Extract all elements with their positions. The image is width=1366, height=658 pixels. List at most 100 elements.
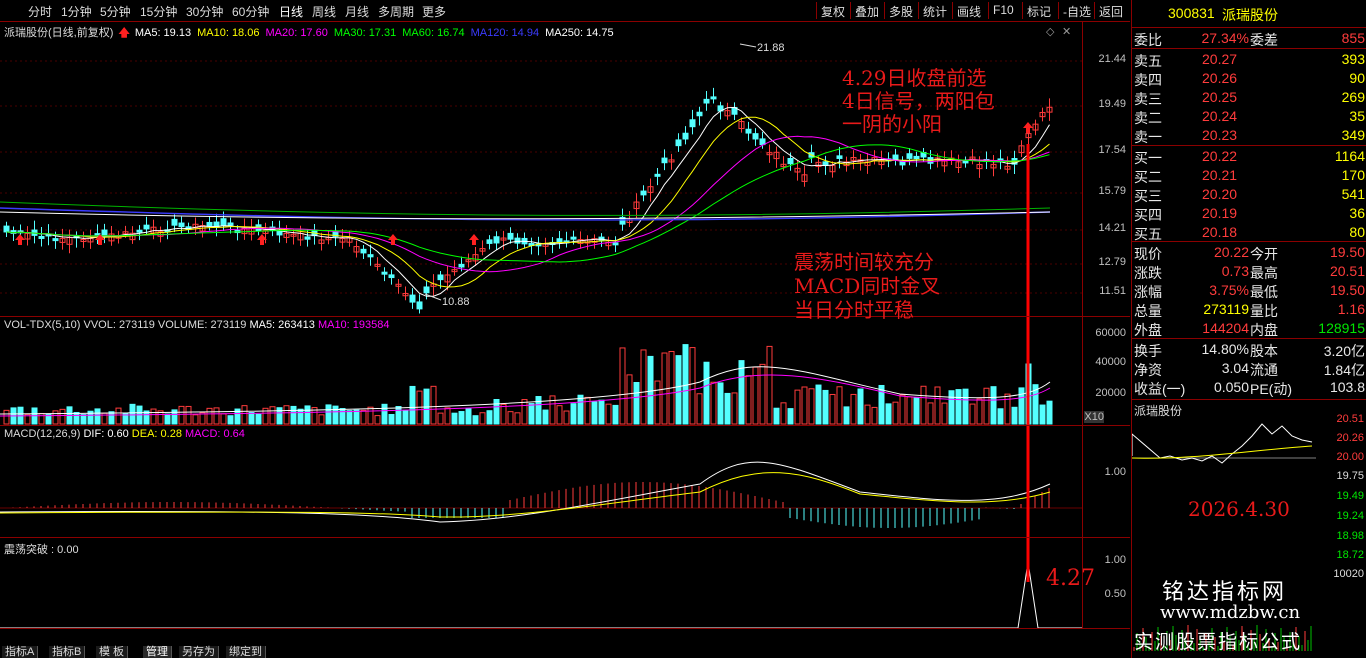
volume-bar <box>696 393 703 425</box>
signal-date-label: 4.27 <box>1046 566 1095 591</box>
period-tab-2[interactable]: 5分钟 <box>100 3 131 20</box>
volume-bar <box>773 407 780 425</box>
bottom-tab-3[interactable]: 管理 <box>143 646 172 658</box>
period-tab-4[interactable]: 30分钟 <box>186 3 223 20</box>
candle-body <box>360 248 367 254</box>
mini-tick: 20.00 <box>1336 451 1364 463</box>
volume-bar <box>465 408 472 425</box>
volume-bar <box>682 344 689 425</box>
volume-bar <box>255 413 262 425</box>
volume-bar <box>80 414 87 425</box>
volume-bar <box>297 408 304 425</box>
bottom-tab-0[interactable]: 指标A <box>2 646 39 658</box>
toolbar-button-4[interactable]: 画线 <box>957 3 981 20</box>
volume-bar <box>185 405 192 425</box>
toolbar-separator <box>988 2 989 19</box>
high-pointer <box>739 43 757 48</box>
ma-line <box>6 144 1050 263</box>
volume-bar <box>178 405 185 425</box>
period-tab-1[interactable]: 1分钟 <box>61 3 92 20</box>
volume-bar <box>927 402 934 425</box>
level-price: 20.20 <box>1202 186 1238 202</box>
period-tab-8[interactable]: 月线 <box>345 3 369 20</box>
sell-level-5: 卖五 20.27 393 <box>1132 50 1366 69</box>
toolbar-button-0[interactable]: 复权 <box>821 3 845 20</box>
bottom-tab-2[interactable]: 模 板 <box>96 646 129 658</box>
period-tab-5[interactable]: 60分钟 <box>232 3 269 20</box>
buy-arrow-icon <box>15 234 25 245</box>
bottom-tab-1[interactable]: 指标B <box>49 646 86 658</box>
volume-bar <box>458 411 465 425</box>
toolbar-button-7[interactable]: -自选 <box>1063 3 1091 20</box>
candle-body <box>661 157 668 164</box>
macd-dea-line <box>0 472 1051 518</box>
candle-body <box>507 232 514 240</box>
webi-value: 27.34% <box>1201 30 1249 46</box>
stat-row: 净资 3.04 流通 1.84亿 <box>1132 359 1366 378</box>
toolbar-button-8[interactable]: 返回 <box>1099 3 1123 20</box>
volume-bar <box>388 414 395 425</box>
volume-bar <box>619 347 626 425</box>
period-tab-0[interactable]: 分时 <box>28 3 52 20</box>
volume-bar <box>647 355 654 425</box>
period-tab-3[interactable]: 15分钟 <box>140 3 177 20</box>
vol-ma5-value: MA5: 263413 <box>249 319 315 331</box>
toolbar-button-3[interactable]: 统计 <box>923 3 947 20</box>
volume-bar <box>983 387 990 425</box>
level-volume: 170 <box>1341 167 1365 183</box>
volume-bar <box>248 411 255 425</box>
stat-label: 流通 <box>1250 362 1278 378</box>
candle-body <box>388 274 395 279</box>
candle-body <box>171 218 178 226</box>
level-price: 20.22 <box>1202 148 1238 164</box>
divider <box>1132 145 1366 146</box>
toolbar-button-6[interactable]: 标记 <box>1027 3 1051 20</box>
volume-bar <box>787 408 794 425</box>
candle-body <box>710 96 717 100</box>
volume-bar <box>738 360 745 425</box>
sell-level-2: 卖二 20.24 35 <box>1132 107 1366 126</box>
mini-date-label: 2026.4.30 <box>1188 497 1290 521</box>
bottom-tab-4[interactable]: 另存为 <box>179 646 219 658</box>
stat-label: 净资 <box>1134 362 1162 378</box>
volume-tick: 40000 <box>1095 356 1126 368</box>
candle-body <box>675 139 682 147</box>
volume-bar <box>3 409 10 425</box>
period-tab-7[interactable]: 周线 <box>312 3 336 20</box>
stat-value: 0.050 <box>1213 379 1249 395</box>
toolbar-button-5[interactable]: F10 <box>993 3 1014 17</box>
volume-bar <box>115 407 122 425</box>
candle-body <box>178 222 185 228</box>
candle-body <box>556 238 563 243</box>
period-tab-9[interactable]: 多周期 <box>378 3 414 20</box>
toolbar-separator <box>850 2 851 19</box>
stat-value: 3.04 <box>1221 360 1249 376</box>
sell-level-3: 卖三 20.25 269 <box>1132 88 1366 107</box>
volume-bar <box>997 408 1004 425</box>
toolbar-button-2[interactable]: 多股 <box>889 3 913 20</box>
volume-bar <box>192 414 199 425</box>
volume-bar <box>871 406 878 425</box>
volume-bar <box>962 388 969 425</box>
toolbar-separator <box>884 2 885 19</box>
level-price: 20.19 <box>1202 205 1238 221</box>
divider <box>1132 27 1366 28</box>
period-tab-6[interactable]: 日线 <box>279 3 303 20</box>
candle-body <box>423 286 430 294</box>
mini-tick: 19.49 <box>1336 490 1364 502</box>
stat-row: 换手 14.80% 股本 3.20亿 <box>1132 340 1366 359</box>
volume-bar <box>633 382 640 425</box>
mini-tick: 18.98 <box>1336 530 1364 542</box>
weicha-label: 委差 <box>1250 32 1278 48</box>
stat-row: 涨跌 0.73 最高 20.51 <box>1132 262 1366 281</box>
volume-bar <box>528 403 535 425</box>
volume-bar <box>276 407 283 425</box>
period-tab-10[interactable]: 更多 <box>422 3 446 20</box>
price-tick: 19.49 <box>1098 98 1126 110</box>
toolbar-button-1[interactable]: 叠加 <box>855 3 879 20</box>
bottom-tab-5[interactable]: 绑定到 <box>226 646 266 658</box>
stat-label: 涨跌 <box>1134 265 1162 281</box>
volume-bar <box>724 392 731 425</box>
stat-value: 20.51 <box>1329 263 1365 279</box>
volume-bar <box>598 399 605 425</box>
